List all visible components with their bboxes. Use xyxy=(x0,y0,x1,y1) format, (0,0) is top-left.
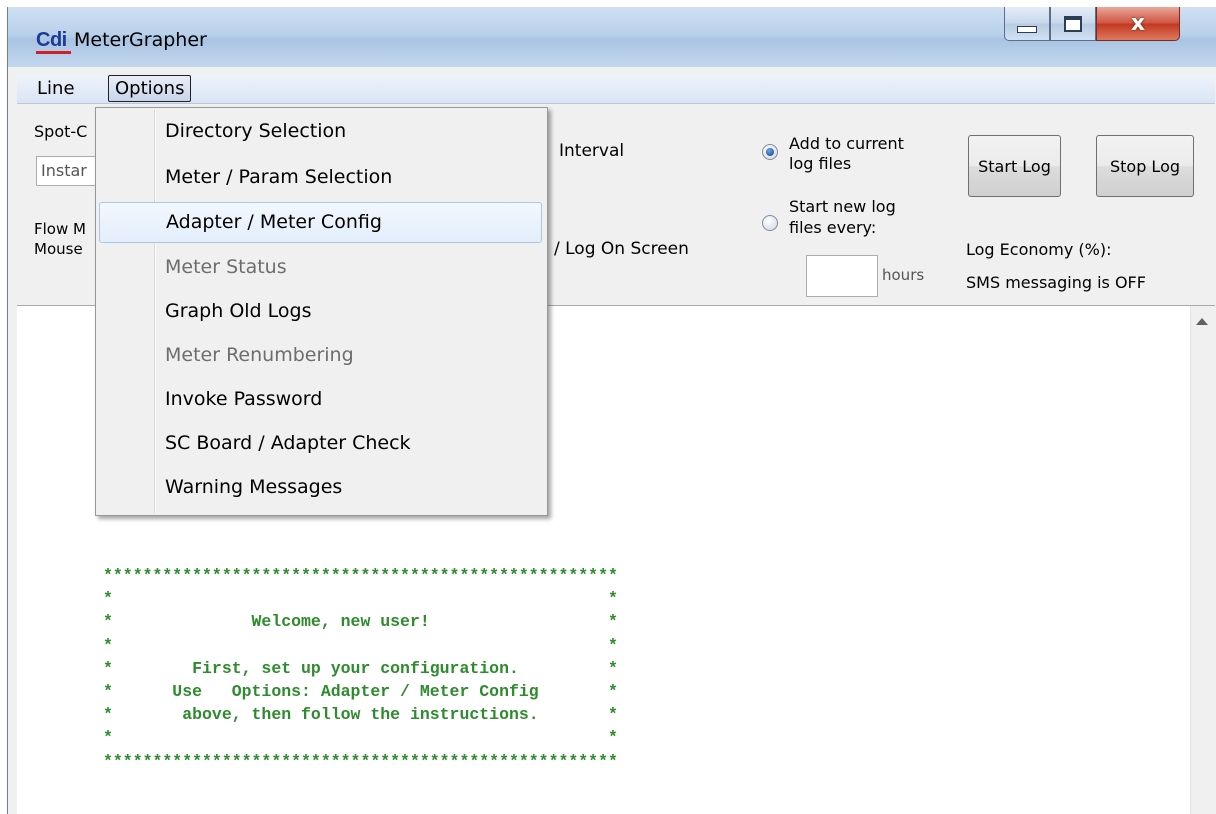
close-icon: x xyxy=(1130,11,1146,36)
start-new-log-line1: Start new log xyxy=(789,197,896,216)
spot-label: Spot-C xyxy=(34,122,88,141)
menu-item-adapter-meter-config[interactable]: Adapter / Meter Config xyxy=(99,202,542,243)
window-title: MeterGrapher xyxy=(74,29,207,51)
sms-status-label: SMS messaging is OFF xyxy=(966,273,1146,292)
menu-item-label: Invoke Password xyxy=(165,388,323,410)
maximize-icon xyxy=(1064,15,1082,32)
menu-item-label: Directory Selection xyxy=(165,120,347,142)
menu-item-meter-renumbering: Meter Renumbering xyxy=(99,336,542,377)
mouse-label: Mouse xyxy=(34,240,83,258)
menu-item-directory-selection[interactable]: Directory Selection xyxy=(99,112,542,153)
start-new-log-radio[interactable] xyxy=(762,215,778,231)
menu-line[interactable]: Line xyxy=(37,78,75,99)
scroll-up-arrow-icon[interactable] xyxy=(1196,318,1208,325)
minimize-icon xyxy=(1017,26,1037,33)
interval-label: Interval xyxy=(559,141,625,161)
maximize-button[interactable] xyxy=(1050,7,1096,41)
menu-options[interactable]: Options xyxy=(108,75,192,102)
menu-item-label: Graph Old Logs xyxy=(165,300,312,322)
app-logo: Cdi xyxy=(36,29,67,51)
menu-item-invoke-password[interactable]: Invoke Password xyxy=(99,380,542,421)
start-new-log-line2: files every: xyxy=(789,218,877,237)
vertical-scrollbar[interactable] xyxy=(1190,306,1215,814)
menu-item-label: Meter / Param Selection xyxy=(165,166,393,188)
log-on-screen-label[interactable]: / Log On Screen xyxy=(554,239,689,259)
options-dropdown-menu: Directory Selection Meter / Param Select… xyxy=(95,107,548,516)
menu-item-label: Warning Messages xyxy=(165,476,343,498)
flow-label: Flow M xyxy=(34,220,86,238)
add-to-current-radio[interactable] xyxy=(762,144,778,160)
minimize-button[interactable] xyxy=(1004,7,1050,41)
title-bar[interactable]: Cdi MeterGrapher x xyxy=(8,7,1216,67)
menu-item-meter-param-selection[interactable]: Meter / Param Selection xyxy=(99,158,542,199)
logo-underline xyxy=(36,51,71,54)
close-button[interactable]: x xyxy=(1096,7,1180,41)
log-economy-label: Log Economy (%): xyxy=(966,240,1112,259)
menu-item-label: Meter Status xyxy=(165,256,287,278)
menu-bar: Line Options xyxy=(17,75,1215,104)
add-to-current-line1: Add to current xyxy=(789,134,904,153)
hours-input[interactable] xyxy=(806,255,878,297)
menu-item-meter-status: Meter Status xyxy=(99,248,542,289)
start-log-button[interactable]: Start Log xyxy=(968,135,1061,197)
menu-item-label: SC Board / Adapter Check xyxy=(165,432,411,454)
hours-label: hours xyxy=(882,266,925,284)
add-to-current-line2: log files xyxy=(789,154,852,173)
spot-combo-value: Instar xyxy=(41,161,87,180)
menu-item-label: Adapter / Meter Config xyxy=(166,211,382,233)
stop-log-button[interactable]: Stop Log xyxy=(1096,135,1194,197)
menu-item-graph-old-logs[interactable]: Graph Old Logs xyxy=(99,292,542,333)
menu-item-sc-board-adapter-check[interactable]: SC Board / Adapter Check xyxy=(99,424,542,465)
menu-item-warning-messages[interactable]: Warning Messages xyxy=(99,468,542,509)
menu-item-label: Meter Renumbering xyxy=(165,344,354,366)
welcome-message: ****************************************… xyxy=(103,566,618,771)
